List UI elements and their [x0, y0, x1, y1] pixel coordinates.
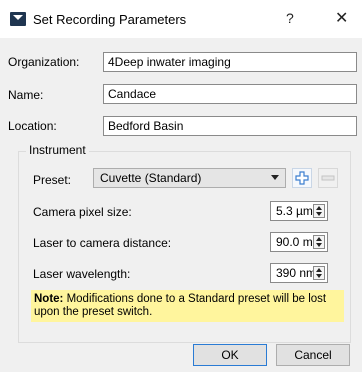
add-preset-button[interactable] [292, 168, 312, 188]
preset-dropdown[interactable]: Cuvette (Standard) [93, 168, 286, 188]
name-field[interactable]: Candace [103, 84, 357, 104]
dialog-app-icon [10, 12, 26, 26]
minus-icon [318, 168, 338, 188]
chevron-down-icon [271, 175, 279, 180]
spin-arrows-icon[interactable] [313, 266, 325, 280]
laser-wavelength-value: 390 nm [276, 266, 317, 280]
camera-pixel-size-spinbox[interactable]: 5.3 µm [270, 201, 328, 221]
close-button[interactable]: ✕ [335, 8, 348, 28]
spin-arrows-icon[interactable] [313, 235, 325, 249]
remove-preset-button[interactable] [318, 168, 338, 188]
cancel-button[interactable]: Cancel [276, 344, 350, 366]
help-button[interactable]: ? [286, 10, 294, 26]
ok-button[interactable]: OK [193, 344, 267, 366]
location-field[interactable]: Bedford Basin [103, 116, 357, 136]
laser-wavelength-spinbox[interactable]: 390 nm [270, 263, 328, 283]
window-title: Set Recording Parameters [33, 12, 187, 27]
camera-pixel-size-label: Camera pixel size: [33, 205, 132, 219]
preset-note: Note: Modifications done to a Standard p… [31, 290, 344, 322]
laser-to-camera-distance-label: Laser to camera distance: [33, 236, 172, 250]
instrument-group-title: Instrument [26, 143, 89, 157]
camera-pixel-size-value: 5.3 µm [276, 204, 313, 218]
location-label: Location: [8, 119, 57, 133]
laser-wavelength-label: Laser wavelength: [33, 267, 131, 281]
preset-value: Cuvette (Standard) [100, 171, 202, 185]
preset-label: Preset: [33, 173, 72, 187]
organization-field[interactable]: 4Deep inwater imaging [103, 52, 357, 72]
note-heading: Note: [34, 293, 64, 305]
plus-icon [292, 168, 312, 188]
spin-arrows-icon[interactable] [313, 204, 325, 218]
name-label: Name: [8, 88, 44, 102]
title-bar: Set Recording Parameters ? ✕ [0, 0, 362, 38]
organization-label: Organization: [8, 55, 80, 69]
laser-to-camera-distance-spinbox[interactable]: 90.0 mm [270, 232, 328, 252]
note-text: Modifications done to a Standard preset … [34, 293, 327, 318]
